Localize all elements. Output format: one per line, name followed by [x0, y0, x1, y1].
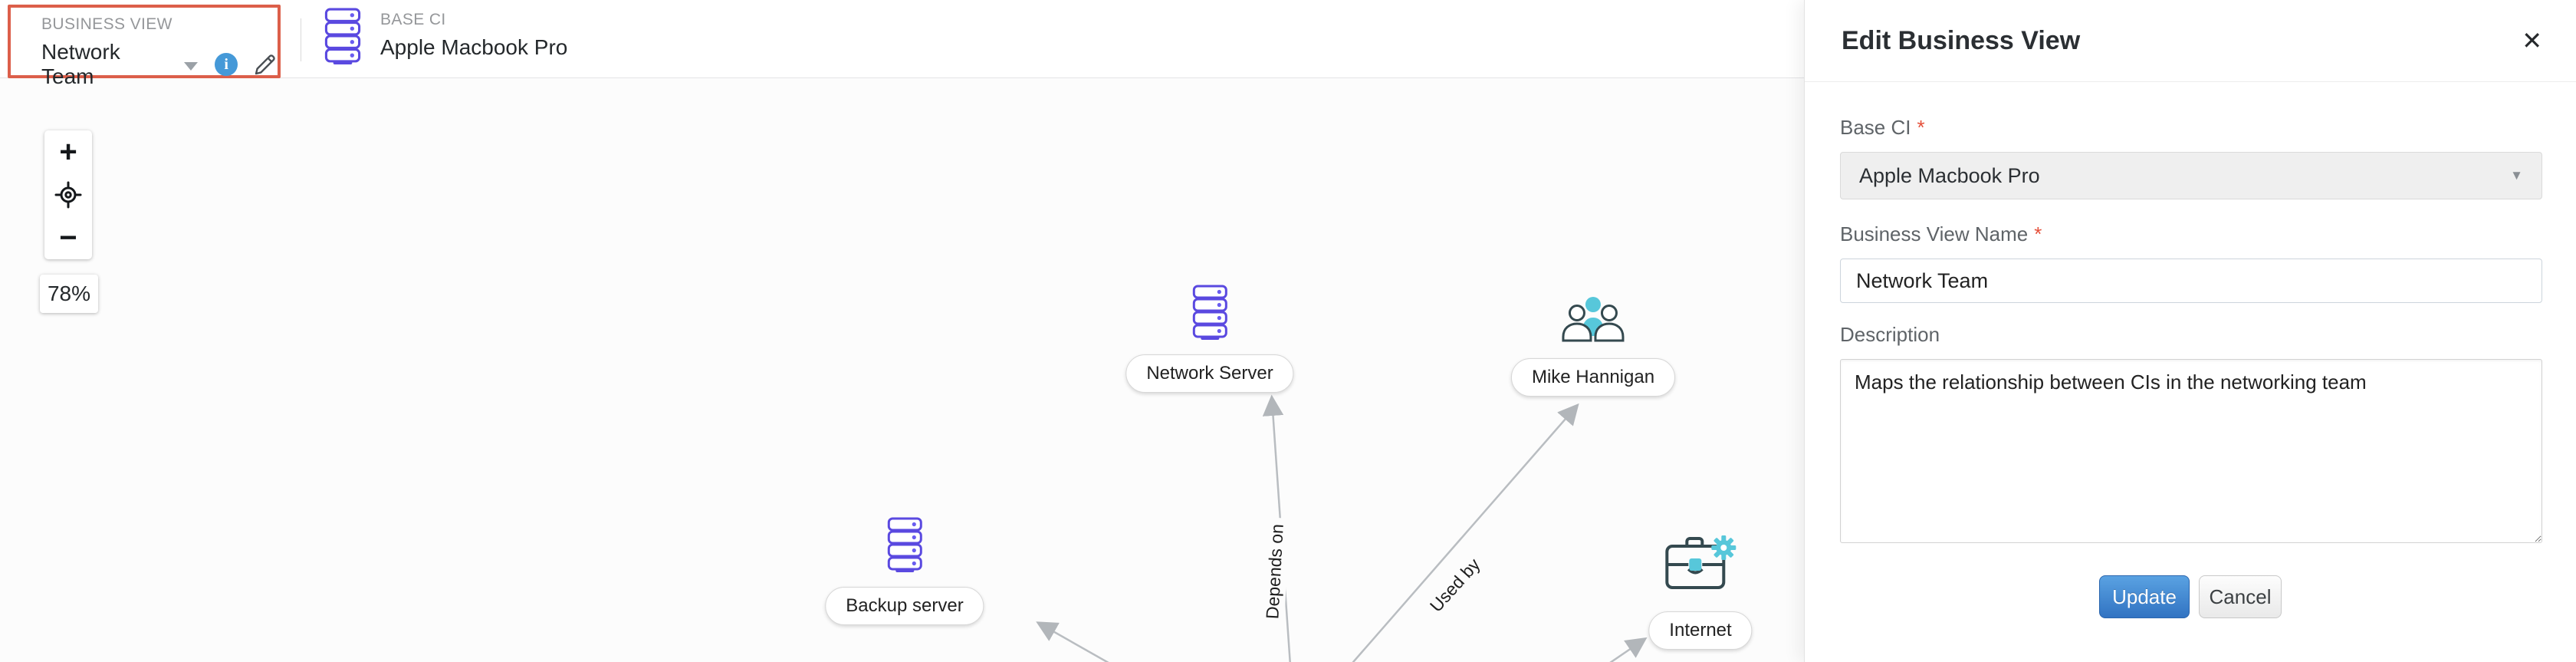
edge-used-by: [1352, 403, 1579, 662]
people-icon: [1561, 296, 1625, 347]
close-icon[interactable]: ✕: [2522, 28, 2542, 53]
business-view-name-input[interactable]: [1840, 259, 2542, 303]
node-label: Mike Hannigan: [1510, 358, 1676, 397]
crosshair-icon: [54, 181, 82, 209]
base-ci-select[interactable]: Apple Macbook Pro ▼: [1840, 152, 2542, 199]
base-ci-summary: BASE CI Apple Macbook Pro: [324, 8, 567, 68]
edge-to-internet: [1609, 637, 1648, 662]
zoom-level-badge: 78%: [40, 275, 98, 313]
node-mike-hannigan[interactable]: Mike Hannigan: [1510, 296, 1676, 397]
briefcase-gear-icon: [1664, 535, 1737, 601]
cancel-button[interactable]: Cancel: [2199, 575, 2282, 618]
panel-actions: Update Cancel: [2099, 575, 2542, 618]
map-zoom-controls: + −: [44, 130, 92, 259]
node-label: Backup server: [825, 587, 984, 625]
server-icon: [886, 517, 923, 576]
server-icon: [1191, 285, 1228, 344]
node-label: Internet: [1648, 611, 1753, 650]
base-ci-selected-value: Apple Macbook Pro: [1859, 163, 2040, 187]
edge-to-backup-server: [1036, 621, 1109, 662]
node-backup-server[interactable]: Backup server: [825, 517, 984, 625]
base-ci-field-label: Base CI *: [1840, 116, 1925, 139]
select-caret-icon: ▼: [2510, 168, 2523, 183]
chevron-down-icon[interactable]: [184, 61, 199, 71]
info-icon[interactable]: i: [215, 53, 238, 76]
panel-body: Base CI * Apple Macbook Pro ▼ Business V…: [1805, 82, 2576, 618]
update-button[interactable]: Update: [2099, 575, 2190, 618]
base-ci-value: Apple Macbook Pro: [380, 35, 568, 59]
edit-pencil-icon[interactable]: [253, 52, 278, 77]
node-label: Network Server: [1125, 354, 1294, 393]
description-field-label: Description: [1840, 323, 1940, 346]
edit-business-view-panel: Edit Business View ✕ Base CI * Apple Mac…: [1804, 0, 2576, 662]
required-asterisk: *: [1917, 116, 1925, 139]
zoom-in-button[interactable]: +: [59, 137, 77, 167]
center-view-button[interactable]: [54, 181, 82, 209]
base-ci-label: BASE CI: [380, 11, 446, 28]
node-internet[interactable]: Internet: [1648, 535, 1753, 650]
business-view-label: BUSINESS VIEW: [41, 15, 172, 33]
panel-title: Edit Business View: [1842, 25, 2081, 55]
business-view-name-field-label: Business View Name *: [1840, 222, 2042, 245]
business-view-dropdown[interactable]: Network Team: [41, 40, 176, 89]
zoom-out-button[interactable]: −: [59, 222, 77, 253]
server-icon: [324, 8, 362, 68]
panel-header: Edit Business View ✕: [1805, 0, 2576, 82]
node-network-server[interactable]: Network Server: [1125, 285, 1294, 393]
required-asterisk: *: [2034, 222, 2042, 245]
business-view-selector-highlight: BUSINESS VIEW Network Team i: [8, 5, 281, 88]
description-textarea[interactable]: Maps the relationship between CIs in the…: [1840, 359, 2542, 543]
